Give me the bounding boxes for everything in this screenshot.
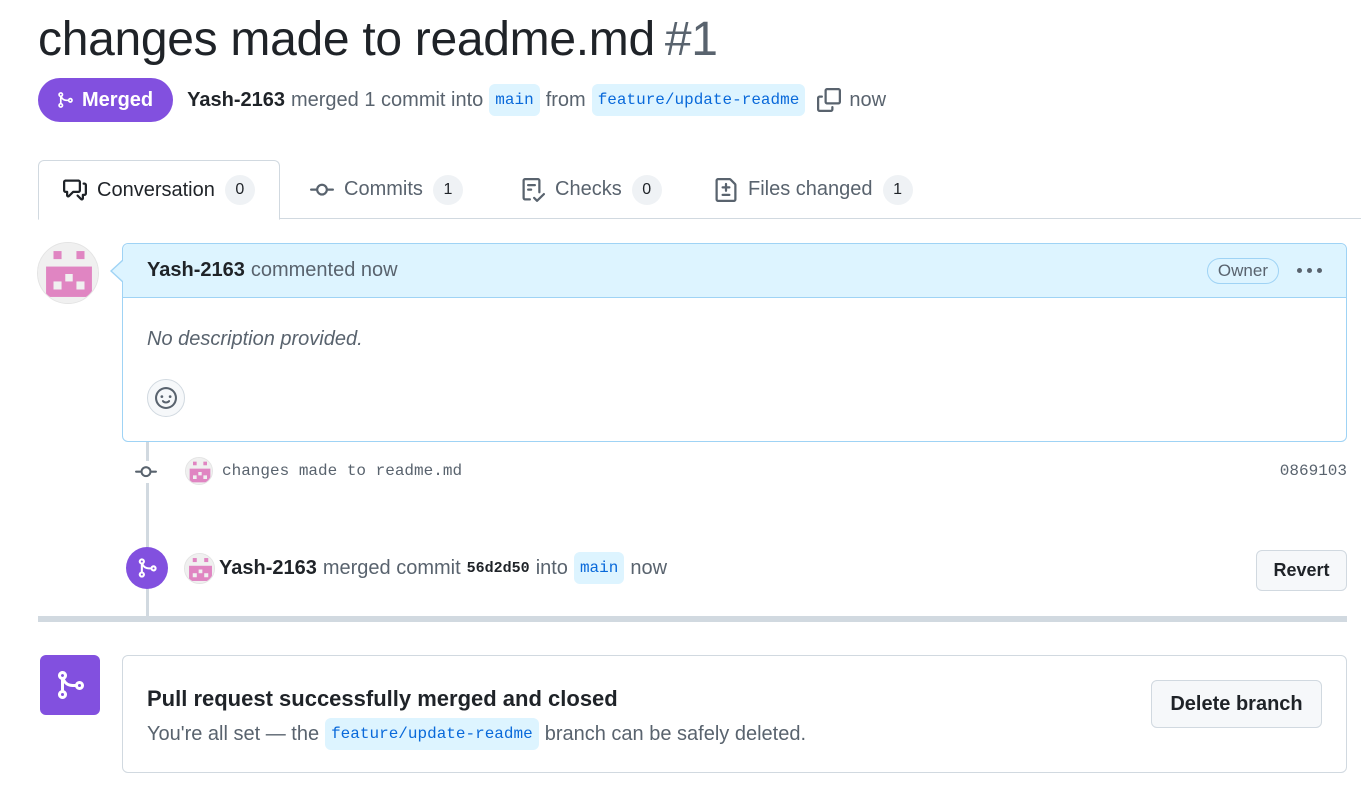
deletable-branch-label[interactable]: feature/update-readme — [325, 718, 539, 750]
pr-tabs: Conversation 0 Commits 1 Checks 0 Files … — [38, 160, 1361, 220]
merged-desc-after: branch can be safely deleted. — [544, 722, 807, 745]
tab-files-changed-counter: 1 — [882, 174, 913, 205]
merged-status-title: Pull request successfully merged and clo… — [147, 686, 618, 711]
comment-body: No description provided. — [147, 328, 363, 350]
owner-badge: Owner — [1206, 257, 1279, 284]
pr-title: changes made to readme.md #1 — [38, 12, 718, 67]
tab-conversation-label: Conversation — [97, 178, 215, 201]
tab-checks-label: Checks — [555, 178, 622, 200]
merge-target-branch[interactable]: main — [573, 552, 625, 584]
tab-commits-label: Commits — [344, 178, 423, 200]
tab-files-changed[interactable]: Files changed 1 — [714, 160, 913, 219]
merged-desc-before: You're all set — the — [147, 722, 320, 745]
comment-author-link[interactable]: Yash-2163 — [147, 259, 245, 282]
pr-meta: Merged Yash-2163 merged 1 commit into ma… — [38, 78, 886, 122]
base-branch-label[interactable]: main — [489, 84, 540, 116]
merge-author-link[interactable]: Yash-2163 — [219, 557, 317, 580]
add-reaction-button[interactable] — [147, 379, 185, 417]
comment-discussion-icon — [63, 179, 87, 201]
head-branch-label[interactable]: feature/update-readme — [591, 84, 806, 116]
comment-caret-inner — [112, 260, 124, 282]
timeline-commit-row: changes made to readme.md 0869103 — [122, 455, 1347, 489]
tab-conversation-counter: 0 — [224, 175, 255, 205]
git-commit-icon — [134, 461, 158, 483]
pr-number: #1 — [664, 13, 718, 66]
merge-event-badge — [126, 547, 168, 589]
merged-status-icon — [40, 655, 100, 715]
tab-commits[interactable]: Commits 1 — [310, 160, 463, 219]
kebab-menu-icon[interactable] — [1297, 268, 1322, 273]
merge-author-avatar[interactable] — [184, 553, 215, 584]
pr-time: now — [849, 88, 887, 111]
git-merge-icon — [58, 92, 73, 108]
git-merge-icon — [138, 558, 157, 578]
tab-checks[interactable]: Checks 0 — [521, 160, 662, 219]
merge-into-text: into — [535, 556, 568, 579]
comment-author-avatar[interactable] — [37, 242, 99, 304]
commit-sha-link[interactable]: 0869103 — [1280, 462, 1347, 480]
tab-conversation[interactable]: Conversation 0 — [38, 160, 280, 220]
tab-checks-counter: 0 — [631, 174, 662, 205]
merged-status-badge: Merged — [38, 78, 174, 122]
git-merge-icon — [58, 671, 85, 699]
merge-event-action: merged commit — [322, 556, 461, 579]
checklist-icon — [522, 177, 545, 202]
smiley-icon — [155, 387, 177, 409]
git-commit-icon — [310, 183, 334, 196]
copy-icon[interactable] — [817, 88, 842, 112]
tab-files-changed-label: Files changed — [748, 178, 873, 200]
merge-event-time: now — [630, 556, 668, 579]
merge-event-text: Yash-2163 merged commit 56d2d50 into mai… — [219, 551, 667, 585]
tab-commits-counter: 1 — [432, 174, 463, 205]
pr-author-link[interactable]: Yash-2163 — [187, 89, 285, 112]
comment-action-text: commented now — [250, 259, 398, 281]
merged-status-label: Merged — [82, 88, 154, 111]
commit-author-avatar[interactable] — [185, 457, 213, 485]
comment-box: Yash-2163 commented now Owner No descrip… — [122, 243, 1347, 442]
file-diff-icon — [715, 177, 737, 202]
timeline-divider — [38, 616, 1347, 622]
merge-commit-sha-link[interactable]: 56d2d50 — [467, 560, 530, 577]
commit-message-link[interactable]: changes made to readme.md — [222, 462, 462, 480]
delete-branch-button[interactable]: Delete branch — [1151, 680, 1322, 728]
revert-button[interactable]: Revert — [1256, 550, 1347, 591]
pr-title-text: changes made to readme.md — [38, 13, 655, 66]
merged-status-description: You're all set — the feature/update-read… — [147, 718, 806, 750]
comment-header: Yash-2163 commented now Owner — [123, 244, 1346, 298]
pr-summary-text: merged 1 commit into — [290, 88, 484, 111]
from-text: from — [545, 88, 586, 111]
